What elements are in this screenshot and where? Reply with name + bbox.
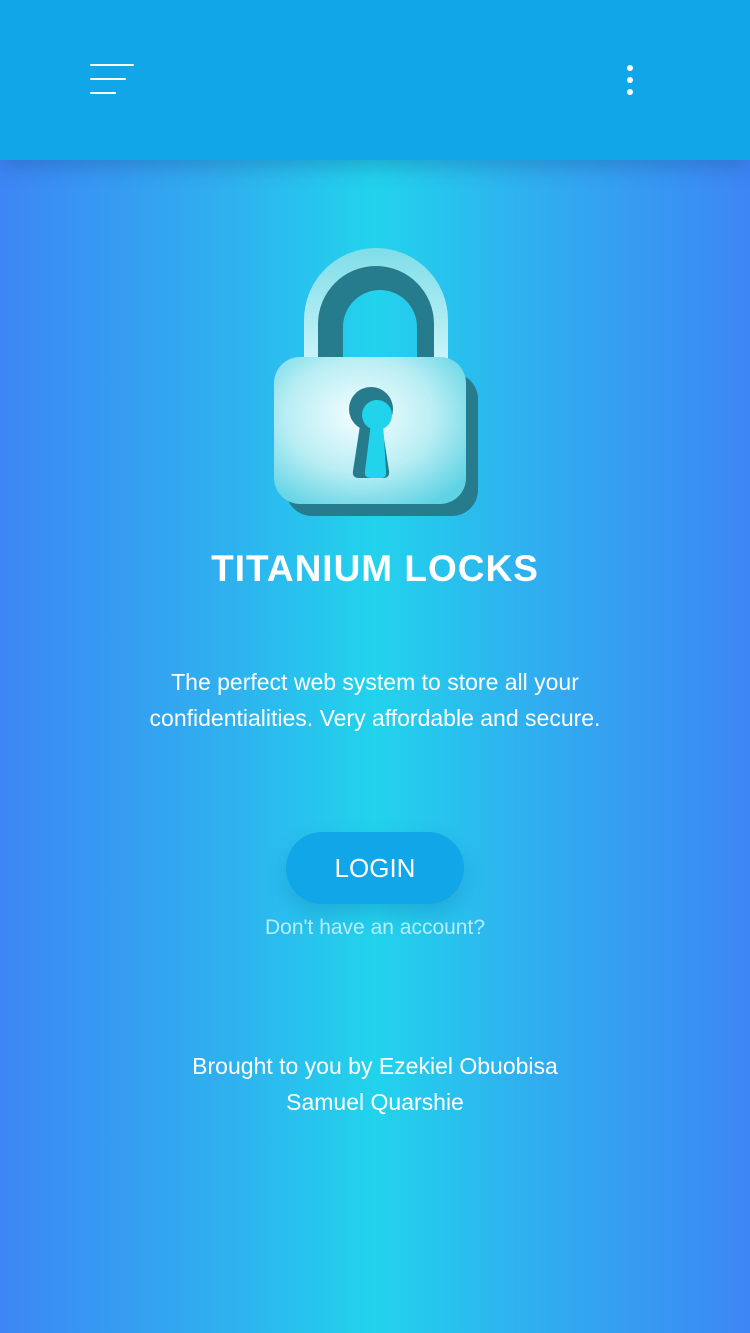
menu-line — [90, 92, 116, 94]
login-button[interactable]: LOGIN — [286, 832, 464, 904]
more-vertical-icon[interactable] — [612, 58, 648, 102]
app-bar — [0, 0, 750, 160]
credits-line-authors: Brought to you by Ezekiel Obuobisa — [192, 1053, 558, 1079]
more-dot — [627, 65, 633, 71]
credits: Brought to you by Ezekiel Obuobisa Samue… — [0, 1048, 750, 1120]
more-dot — [627, 89, 633, 95]
tagline: The perfect web system to store all your… — [149, 669, 601, 731]
menu-line — [90, 64, 134, 66]
signup-link[interactable]: Don't have an account? — [0, 916, 750, 940]
more-dot — [627, 77, 633, 83]
hamburger-menu-icon[interactable] — [82, 55, 142, 103]
menu-line — [90, 78, 126, 80]
app-title: TITANIUM LOCKS — [211, 548, 539, 589]
padlock-icon — [265, 245, 485, 525]
credits-line-second-author: Samuel Quarshie — [286, 1089, 464, 1115]
